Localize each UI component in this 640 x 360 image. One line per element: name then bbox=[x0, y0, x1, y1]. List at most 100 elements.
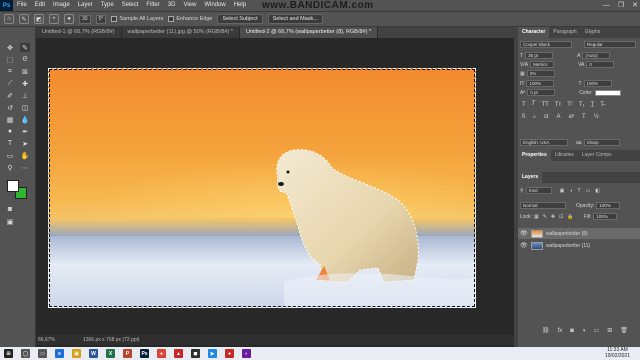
add-selection-icon[interactable]: + bbox=[49, 14, 59, 24]
gradient-tool-icon[interactable]: ▦ bbox=[5, 115, 15, 124]
subscript-icon[interactable]: T₁ bbox=[579, 102, 585, 108]
menu-window[interactable]: Window bbox=[200, 0, 229, 11]
new-layer-icon[interactable]: ⊞ bbox=[607, 327, 612, 334]
foreground-color-swatch[interactable] bbox=[7, 180, 19, 192]
menu-file[interactable]: File bbox=[13, 0, 31, 11]
hand-tool-icon[interactable]: ✋ bbox=[20, 151, 30, 160]
visibility-eye-icon[interactable]: 👁 bbox=[520, 242, 528, 249]
select-and-mask-button[interactable]: Select and Mask... bbox=[267, 14, 323, 24]
faux-italic-icon[interactable]: 𝑇 bbox=[532, 101, 536, 108]
healing-tool-icon[interactable]: ✚ bbox=[20, 79, 30, 88]
photoshop-icon[interactable]: Ps bbox=[140, 349, 149, 358]
text-color-swatch[interactable] bbox=[594, 89, 621, 96]
menu-help[interactable]: Help bbox=[230, 0, 250, 11]
vertical-scale-field[interactable]: 100% bbox=[526, 80, 555, 87]
faux-bold-icon[interactable]: T bbox=[522, 102, 526, 108]
tab-layers[interactable]: Layers bbox=[518, 172, 543, 183]
enhance-edge-checkbox[interactable]: Enhance Edge bbox=[168, 16, 212, 22]
tab-untitled-1[interactable]: Untitled-1 @ 66,7% (RGB/8#) bbox=[36, 27, 122, 38]
type-filter-icon[interactable]: T bbox=[577, 188, 580, 194]
layer-row[interactable]: 👁 wallpaperbetter (11) bbox=[518, 240, 640, 251]
small-caps-icon[interactable]: Tт bbox=[555, 102, 561, 108]
new-selection-icon[interactable]: ◩ bbox=[34, 14, 44, 24]
history-brush-icon[interactable]: ↺ bbox=[5, 103, 15, 112]
file-explorer-icon[interactable]: ▣ bbox=[72, 349, 81, 358]
font-size-field[interactable]: 36 pt bbox=[525, 52, 554, 59]
group-icon[interactable]: ▭ bbox=[594, 327, 600, 334]
layer-name[interactable]: wallpaperbetter (11) bbox=[546, 243, 590, 249]
maximize-button[interactable]: ❐ bbox=[618, 0, 624, 11]
tracking-percent-field[interactable]: 0% bbox=[526, 70, 555, 77]
horizontal-scale-field[interactable]: 100% bbox=[583, 80, 612, 87]
media-icon[interactable]: ▶ bbox=[208, 349, 217, 358]
tab-libraries[interactable]: Libraries bbox=[551, 150, 578, 161]
link-layers-icon[interactable]: ⛓ bbox=[542, 327, 550, 334]
pen-tool-icon[interactable]: ✒ bbox=[20, 127, 30, 136]
strikethrough-icon[interactable]: T̶ bbox=[600, 102, 604, 108]
more-tools-icon[interactable]: ⋯ bbox=[20, 163, 30, 172]
fraction2-icon[interactable]: ½ bbox=[594, 114, 599, 120]
swash-icon[interactable]: ℴ bbox=[533, 113, 536, 120]
adjustment-filter-icon[interactable]: ◑ bbox=[569, 188, 572, 194]
adjustment-layer-icon[interactable]: ◑ bbox=[582, 328, 586, 334]
brush-preset-icon[interactable]: ● bbox=[64, 14, 74, 24]
marquee-tool-icon[interactable]: ⬚ bbox=[5, 55, 15, 64]
tracking-field[interactable]: 0 bbox=[586, 61, 615, 68]
bandicam-icon[interactable]: ● bbox=[225, 349, 234, 358]
tab-character[interactable]: Character bbox=[518, 27, 550, 38]
font-style-select[interactable]: Regular bbox=[584, 41, 636, 48]
menu-type[interactable]: Type bbox=[97, 0, 118, 11]
font-family-select[interactable]: Cooper Black bbox=[520, 41, 572, 48]
layer-filter-select[interactable]: Kind bbox=[525, 187, 552, 194]
tab-glyphs[interactable]: Glyphs bbox=[581, 27, 605, 38]
menu-edit[interactable]: Edit bbox=[31, 0, 49, 11]
superscript-icon[interactable]: T¹ bbox=[567, 102, 573, 108]
quick-mask-icon[interactable]: ◙ bbox=[5, 205, 15, 214]
task-view-icon[interactable]: ▭ bbox=[38, 349, 47, 358]
tab-untitled-2[interactable]: Untitled-2 @ 66,7% (wallpaperbetter (8),… bbox=[239, 27, 379, 38]
frame-tool-icon[interactable]: ⊠ bbox=[20, 67, 30, 76]
zoom-tool-icon[interactable]: ⚲ bbox=[5, 163, 15, 172]
sample-all-layers-checkbox[interactable]: Sample All Layers bbox=[111, 16, 163, 22]
select-subject-button[interactable]: Select Subject bbox=[217, 14, 263, 24]
language-select[interactable]: English: USA bbox=[520, 139, 568, 146]
titling-icon[interactable]: A bbox=[556, 114, 560, 120]
edge-icon[interactable]: e bbox=[55, 349, 64, 358]
stamp-tool-icon[interactable]: ⊥ bbox=[20, 91, 30, 100]
tab-wallpaperbetter-11[interactable]: wallpaperbetter (11).jpg @ 50% (RGB/8#) … bbox=[121, 27, 240, 38]
lock-artboard-icon[interactable]: ⊡ bbox=[559, 214, 563, 220]
baseline-shift-field[interactable]: 0 pt bbox=[527, 89, 556, 96]
layer-row[interactable]: 👁 wallpaperbetter (8) bbox=[518, 228, 640, 239]
menu-select[interactable]: Select bbox=[118, 0, 143, 11]
menu-layer[interactable]: Layer bbox=[74, 0, 97, 11]
dodge-tool-icon[interactable]: ● bbox=[5, 127, 15, 136]
zoom-level[interactable]: 66,67% bbox=[38, 337, 55, 343]
powerpoint-icon[interactable]: P bbox=[123, 349, 132, 358]
opacity-field[interactable]: 100% bbox=[596, 202, 621, 209]
layer-name[interactable]: wallpaperbetter (8) bbox=[546, 231, 588, 237]
path-select-icon[interactable]: ➤ bbox=[20, 139, 30, 148]
chrome-icon[interactable]: ● bbox=[157, 349, 166, 358]
screen-mode-icon[interactable]: ▣ bbox=[5, 217, 15, 226]
ligature-icon[interactable]: fi bbox=[522, 114, 525, 120]
system-clock[interactable]: 11:33 AM 19/02/2021 bbox=[605, 347, 630, 359]
smart-filter-icon[interactable]: ◧ bbox=[595, 188, 600, 194]
menu-3d[interactable]: 3D bbox=[164, 0, 180, 11]
ordinal-icon[interactable]: aᵃ bbox=[568, 114, 574, 120]
fill-field[interactable]: 100% bbox=[593, 213, 618, 220]
lock-all-icon[interactable]: 🔒 bbox=[567, 214, 573, 220]
brush-size-field[interactable]: 30 bbox=[79, 14, 91, 24]
delete-layer-icon[interactable]: 🗑 bbox=[620, 327, 628, 334]
minimize-button[interactable]: — bbox=[603, 0, 610, 11]
brush-tool-icon[interactable]: ✐ bbox=[5, 91, 15, 100]
quick-selection-tool-icon[interactable]: ✎ bbox=[19, 14, 29, 24]
all-caps-icon[interactable]: TT bbox=[541, 102, 548, 108]
move-tool-icon[interactable]: ✥ bbox=[5, 43, 15, 52]
eyedropper-tool-icon[interactable]: ⟋ bbox=[5, 79, 15, 88]
fraction-icon[interactable]: T bbox=[582, 114, 586, 120]
lock-transparency-icon[interactable]: ▦ bbox=[534, 214, 539, 220]
lasso-tool-icon[interactable]: ᘓ bbox=[20, 55, 30, 64]
antialias-select[interactable]: Sharp bbox=[583, 139, 620, 146]
visibility-eye-icon[interactable]: 👁 bbox=[520, 230, 528, 237]
stylistic-icon[interactable]: st bbox=[544, 114, 549, 120]
